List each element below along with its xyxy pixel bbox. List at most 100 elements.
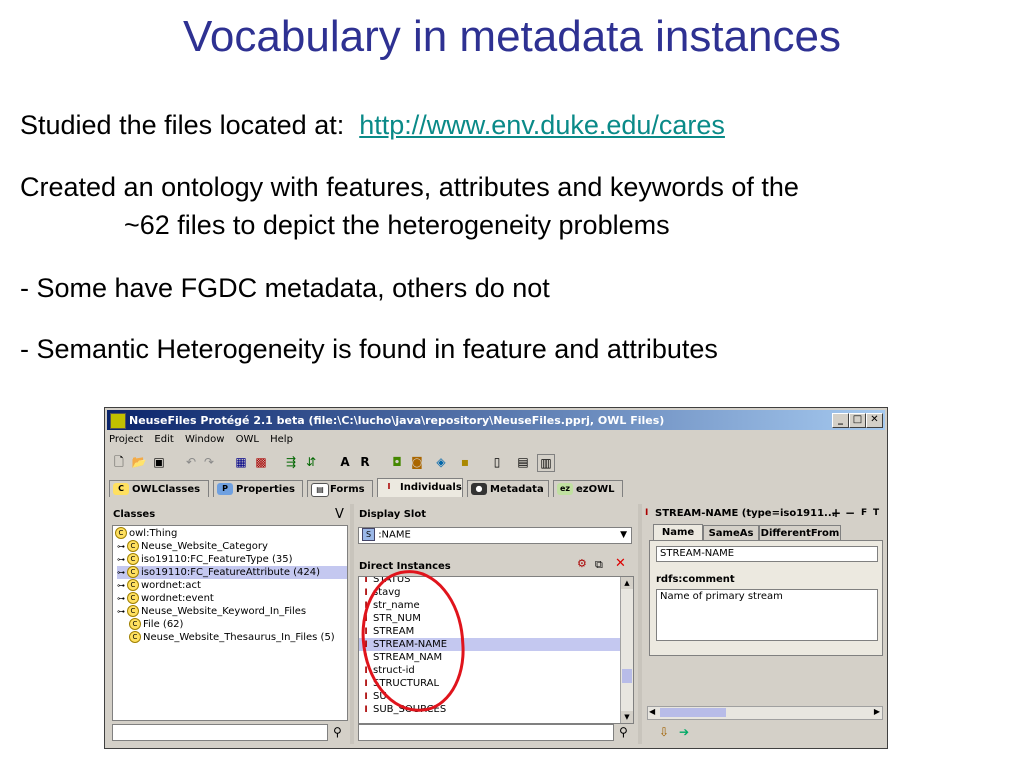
- maximize-button[interactable]: □: [849, 413, 866, 428]
- scroll-down-icon[interactable]: ▼: [621, 711, 633, 723]
- class-icon[interactable]: ◙: [409, 454, 425, 470]
- instance-item[interactable]: Istavg: [361, 586, 401, 599]
- copy-instance-icon[interactable]: ⧉: [595, 558, 603, 572]
- tab-metadata[interactable]: ● Metadata: [467, 480, 549, 497]
- font-a-icon[interactable]: A: [337, 454, 353, 470]
- class-tree-item[interactable]: C File (62): [129, 618, 183, 631]
- class-tree-item[interactable]: ⊶ Cwordnet:act: [117, 579, 201, 592]
- slide-title: Vocabulary in metadata instances: [183, 12, 841, 61]
- class-label: File (62): [143, 619, 184, 630]
- instance-item[interactable]: I STATUS: [361, 577, 410, 586]
- diamond-icon[interactable]: ◈: [433, 454, 449, 470]
- instance-icon: I: [364, 705, 368, 715]
- scroll-thumb[interactable]: [622, 669, 632, 683]
- import-icon[interactable]: ⇩: [659, 725, 669, 739]
- instance-item[interactable]: Istr_name: [361, 599, 420, 612]
- menu-window[interactable]: Window: [185, 434, 224, 445]
- ontology-line: Created an ontology with features, attri…: [20, 172, 799, 202]
- class-tree-item[interactable]: ⊶ Ciso19110:FC_FeatureType (35): [117, 553, 292, 566]
- add-value-button[interactable]: +: [831, 506, 841, 520]
- menu-project[interactable]: Project: [109, 434, 143, 445]
- name-tab-panel: STREAM-NAME rdfs:comment Name of primary…: [649, 540, 883, 656]
- remove-value-button[interactable]: −: [845, 506, 855, 520]
- tab-properties-label: Properties: [236, 484, 295, 495]
- menu-help[interactable]: Help: [270, 434, 293, 445]
- instance-item[interactable]: I STREAM: [361, 625, 414, 638]
- instance-label: stavg: [373, 587, 401, 598]
- chevron-down-icon[interactable]: ▼: [620, 528, 627, 542]
- scroll-left-icon[interactable]: ◀: [649, 707, 655, 716]
- display-slot-select[interactable]: S :NAME ▼: [358, 527, 632, 544]
- forward-icon[interactable]: ➔: [679, 725, 689, 739]
- insert-icon[interactable]: ⇶: [283, 454, 299, 470]
- class-c-icon: C: [127, 592, 139, 604]
- tab-forms[interactable]: ▤ Forms: [307, 480, 373, 497]
- class-tree-item[interactable]: C Neuse_Website_Thesaurus_In_Files (5): [129, 631, 335, 644]
- minimize-button[interactable]: _: [832, 413, 849, 428]
- bullet-fgdc: - Some have FGDC metadata, others do not: [20, 273, 550, 303]
- instance-search-input[interactable]: [358, 724, 614, 741]
- redo-icon[interactable]: ↷: [201, 454, 217, 470]
- instance-label: SUB_SOURCES: [373, 704, 447, 715]
- cares-link[interactable]: http://www.env.duke.edu/cares: [359, 110, 725, 140]
- expand-key-icon: ⊶: [117, 594, 125, 603]
- rdfs-comment-field[interactable]: Name of primary stream: [656, 589, 878, 641]
- tab-ezowl[interactable]: ez ezOWL: [553, 480, 623, 497]
- class-tree-item[interactable]: Cowl:Thing: [115, 527, 177, 540]
- tab-properties[interactable]: P Properties: [213, 480, 303, 497]
- tab-forms-label: Forms: [330, 484, 365, 495]
- form-hscrollbar[interactable]: ◀ ▶: [647, 706, 883, 720]
- remove-icon[interactable]: ⇵: [303, 454, 319, 470]
- instance-item[interactable]: I STRUCTURAL: [361, 677, 439, 690]
- instance-item[interactable]: I SU: [361, 690, 386, 703]
- page-icon[interactable]: ▯: [489, 454, 505, 470]
- table-icon[interactable]: ▤: [515, 454, 531, 470]
- close-button[interactable]: ✕: [866, 413, 883, 428]
- instance-item[interactable]: I STREAM_NAM: [361, 651, 442, 664]
- font-r-icon[interactable]: R: [357, 454, 373, 470]
- window-titlebar[interactable]: NeuseFiles Protégé 2.1 beta (file:\C:\lu…: [107, 410, 885, 430]
- instance-list-scrollbar[interactable]: ▲ ▼: [620, 577, 633, 723]
- instance-item[interactable]: I STR_NUM: [361, 612, 421, 625]
- menu-owl[interactable]: OWL: [236, 434, 259, 445]
- tab-sameas[interactable]: SameAs: [703, 525, 759, 541]
- instance-label: str_name: [373, 600, 420, 611]
- binoculars-icon[interactable]: ⚲: [333, 725, 342, 739]
- left-splitter[interactable]: [350, 504, 354, 744]
- classes-v-button[interactable]: V: [335, 507, 344, 522]
- instance-item[interactable]: I SUB_SOURCES: [361, 703, 446, 716]
- scroll-right-icon[interactable]: ▶: [874, 707, 880, 716]
- t-button[interactable]: T: [873, 508, 879, 518]
- name-field[interactable]: STREAM-NAME: [656, 546, 878, 562]
- class-tree-item[interactable]: ⊶ C Neuse_Website_Category: [117, 540, 268, 553]
- graph-icon[interactable]: ▥: [537, 454, 555, 472]
- create-instance-icon[interactable]: ⚙: [577, 557, 587, 570]
- tab-name[interactable]: Name: [653, 524, 703, 540]
- query-icon[interactable]: ◘: [389, 454, 405, 470]
- instance-item-selected[interactable]: I STREAM-NAME: [359, 638, 620, 651]
- right-splitter[interactable]: [638, 504, 642, 744]
- undo-icon[interactable]: ↶: [183, 454, 199, 470]
- copy-icon[interactable]: ▩: [253, 454, 269, 470]
- cut-icon[interactable]: ▦: [233, 454, 249, 470]
- delete-instance-icon[interactable]: ✕: [615, 556, 626, 571]
- doc-icon[interactable]: ▪: [457, 454, 473, 470]
- class-tree-item[interactable]: ⊶ C Neuse_Website_Keyword_In_Files: [117, 605, 306, 618]
- class-search-input[interactable]: [112, 724, 328, 741]
- scroll-up-icon[interactable]: ▲: [621, 577, 633, 589]
- class-tree-item-selected[interactable]: ⊶ Ciso19110:FC_FeatureAttribute (424): [117, 566, 347, 579]
- instance-item[interactable]: Istruct-id: [361, 664, 414, 677]
- tab-owlclasses[interactable]: C OWLClasses: [109, 480, 209, 497]
- menu-edit[interactable]: Edit: [154, 434, 173, 445]
- hscroll-thumb[interactable]: [660, 708, 726, 717]
- instance-list: I STATUS Istavg Istr_name I STR_NUM I STREA…: [358, 576, 634, 724]
- new-project-icon[interactable]: 🗋: [111, 454, 127, 470]
- save-project-icon[interactable]: ▣: [151, 454, 167, 470]
- class-tree-item[interactable]: ⊶ Cwordnet:event: [117, 592, 214, 605]
- binoculars-icon[interactable]: ⚲: [619, 725, 628, 739]
- classes-header: Classes: [113, 509, 156, 520]
- tab-individuals[interactable]: I Individuals: [377, 478, 463, 497]
- f-button[interactable]: F: [861, 508, 867, 518]
- open-project-icon[interactable]: 📂: [131, 454, 147, 470]
- tab-differentfrom[interactable]: DifferentFrom: [759, 525, 841, 541]
